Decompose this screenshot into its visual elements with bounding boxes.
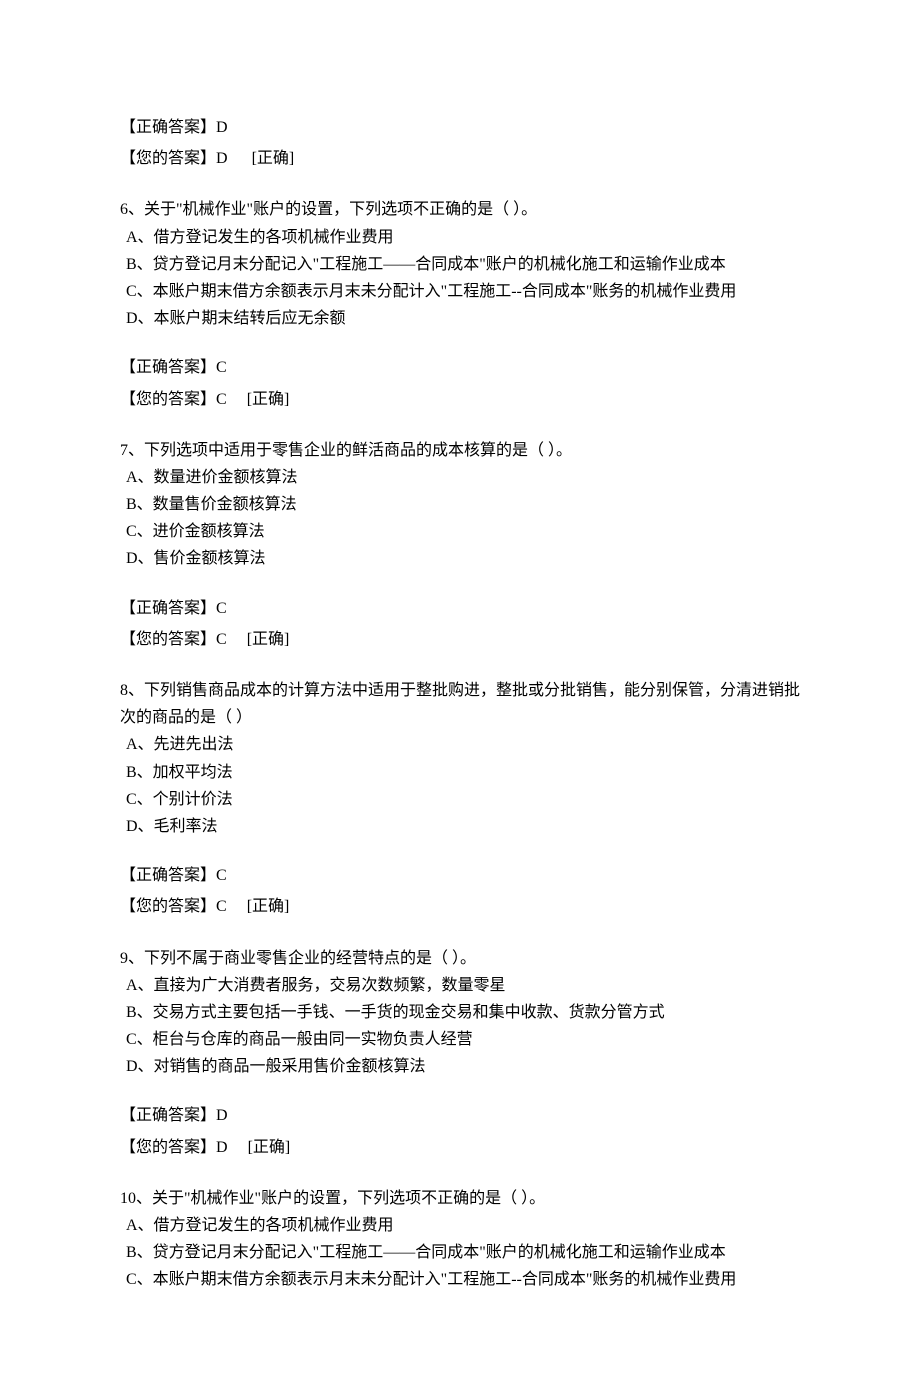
correct-answer-line: 【正确答案】C [120,354,800,381]
your-answer-line: 【您的答案】C [正确] [120,893,800,920]
spacer [120,573,800,591]
correct-answer-value: C [216,359,227,376]
your-answer-label: 【您的答案】 [120,1139,216,1156]
correct-answer-line: 【正确答案】D [120,114,800,141]
correct-answer-label: 【正确答案】 [120,600,216,617]
page-container: 【正确答案】D 【您的答案】D [正确] 6、关于"机械作业"账户的设置，下列选… [0,0,920,1378]
option-line: C、个别计价法 [120,786,800,813]
questions-root: 6、关于"机械作业"账户的设置，下列选项不正确的是（ ）。A、借方登记发生的各项… [120,196,800,1293]
your-answer-label: 【您的答案】 [120,391,216,408]
correct-answer-line: 【正确答案】C [120,595,800,622]
option-line: C、本账户期末借方余额表示月末未分配计入"工程施工--合同成本"账务的机械作业费… [120,278,800,305]
option-line: A、数量进价金额核算法 [120,464,800,491]
your-answer-label: 【您的答案】 [120,631,216,648]
correct-answer-line: 【正确答案】D [120,1102,800,1129]
question-text: 7、下列选项中适用于零售企业的鲜活商品的成本核算的是（ ）。 [120,437,800,464]
correct-answer-value: C [216,600,227,617]
correct-answer-value: D [216,1107,228,1124]
your-answer-value: D [216,150,228,167]
option-line: B、加权平均法 [120,759,800,786]
option-line: C、本账户期末借方余额表示月末未分配计入"工程施工--合同成本"账务的机械作业费… [120,1266,800,1293]
question-block: 8、下列销售商品成本的计算方法中适用于整批购进，整批或分批销售，能分别保管，分清… [120,677,800,921]
option-line: B、贷方登记月末分配记入"工程施工——合同成本"账户的机械化施工和运输作业成本 [120,251,800,278]
answer-status: [正确] [248,1134,291,1161]
option-line: C、进价金额核算法 [120,518,800,545]
question-block: 10、关于"机械作业"账户的设置，下列选项不正确的是（ ）。A、借方登记发生的各… [120,1185,800,1294]
correct-answer-value: D [216,119,228,136]
correct-answer-value: C [216,867,227,884]
your-answer-line: 【您的答案】D [正确] [120,145,800,172]
spacer [120,332,800,350]
answer-block-top: 【正确答案】D 【您的答案】D [正确] [120,114,800,172]
question-block: 6、关于"机械作业"账户的设置，下列选项不正确的是（ ）。A、借方登记发生的各项… [120,196,800,412]
correct-answer-label: 【正确答案】 [120,867,216,884]
your-answer-label: 【您的答案】 [120,898,216,915]
answer-status: [正确] [247,626,290,653]
answer-status: [正确] [247,386,290,413]
correct-answer-label: 【正确答案】 [120,1107,216,1124]
option-line: A、直接为广大消费者服务，交易次数频繁，数量零星 [120,972,800,999]
question-block: 9、下列不属于商业零售企业的经营特点的是（ ）。A、直接为广大消费者服务，交易次… [120,945,800,1161]
question-text: 10、关于"机械作业"账户的设置，下列选项不正确的是（ ）。 [120,1185,800,1212]
correct-answer-line: 【正确答案】C [120,862,800,889]
your-answer-line: 【您的答案】C [正确] [120,626,800,653]
option-line: A、借方登记发生的各项机械作业费用 [120,224,800,251]
your-answer-value: D [216,1139,228,1156]
question-text: 9、下列不属于商业零售企业的经营特点的是（ ）。 [120,945,800,972]
your-answer-label: 【您的答案】 [120,150,216,167]
correct-answer-label: 【正确答案】 [120,119,216,136]
your-answer-line: 【您的答案】C [正确] [120,386,800,413]
option-line: D、毛利率法 [120,813,800,840]
option-line: C、柜台与仓库的商品一般由同一实物负责人经营 [120,1026,800,1053]
question-text: 6、关于"机械作业"账户的设置，下列选项不正确的是（ ）。 [120,196,800,223]
option-line: B、交易方式主要包括一手钱、一手货的现金交易和集中收款、货款分管方式 [120,999,800,1026]
your-answer-value: C [216,391,227,408]
question-text: 8、下列销售商品成本的计算方法中适用于整批购进，整批或分批销售，能分别保管，分清… [120,677,800,731]
correct-answer-label: 【正确答案】 [120,359,216,376]
question-block: 7、下列选项中适用于零售企业的鲜活商品的成本核算的是（ ）。A、数量进价金额核算… [120,437,800,653]
your-answer-line: 【您的答案】D [正确] [120,1134,800,1161]
answer-status: [正确] [247,893,290,920]
option-line: A、借方登记发生的各项机械作业费用 [120,1212,800,1239]
answer-status: [正确] [252,145,295,172]
option-line: D、对销售的商品一般采用售价金额核算法 [120,1053,800,1080]
option-line: B、数量售价金额核算法 [120,491,800,518]
spacer [120,1080,800,1098]
option-line: D、售价金额核算法 [120,545,800,572]
your-answer-value: C [216,631,227,648]
option-line: D、本账户期末结转后应无余额 [120,305,800,332]
option-line: A、先进先出法 [120,731,800,758]
your-answer-value: C [216,898,227,915]
spacer [120,840,800,858]
option-line: B、贷方登记月末分配记入"工程施工——合同成本"账户的机械化施工和运输作业成本 [120,1239,800,1266]
